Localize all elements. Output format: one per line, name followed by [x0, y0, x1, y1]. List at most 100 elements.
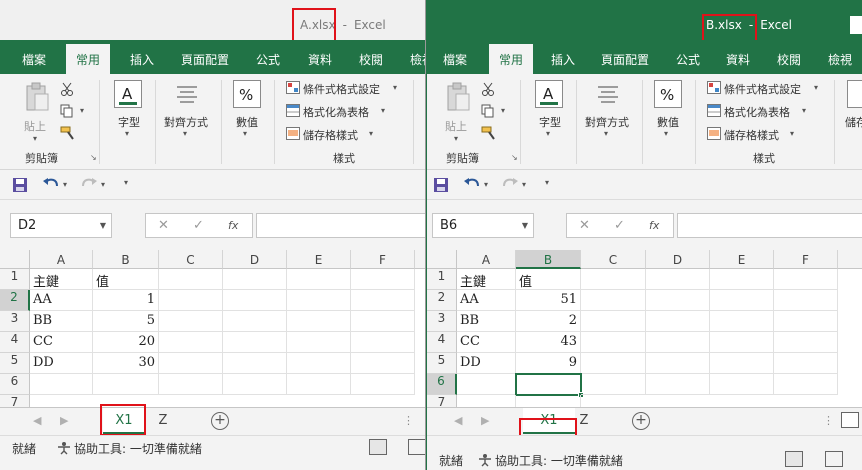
cell-a4[interactable]: CC	[30, 332, 93, 353]
insert-function-icon[interactable]: fx	[649, 219, 659, 232]
undo-icon[interactable]	[463, 176, 481, 195]
cell-styles-dropdown-icon[interactable]: ▾	[369, 129, 373, 138]
cancel-icon[interactable]: ✕	[579, 218, 590, 233]
select-all-corner[interactable]	[0, 250, 30, 269]
alignment-icon[interactable]	[173, 80, 201, 108]
font-label[interactable]: 字型	[118, 114, 140, 130]
page-layout-view-icon[interactable]	[408, 439, 425, 455]
tab-file[interactable]: 檔案	[22, 51, 46, 68]
cell-d2[interactable]	[223, 290, 287, 311]
scroll-left-icon[interactable]	[841, 412, 859, 428]
tab-review[interactable]: 校閱	[777, 51, 801, 68]
accessibility-icon[interactable]	[56, 441, 72, 458]
cell-empty[interactable]	[646, 374, 710, 395]
cell-b6-selected[interactable]	[515, 373, 582, 396]
column-header-c[interactable]: C	[159, 250, 223, 269]
add-sheet-icon[interactable]: +	[632, 412, 650, 430]
row-header-5[interactable]: 5	[0, 353, 30, 374]
cell-empty[interactable]	[710, 332, 774, 353]
paste-icon[interactable]	[24, 82, 50, 114]
font-icon[interactable]: A	[114, 80, 142, 108]
conditional-format-icon[interactable]	[707, 81, 721, 94]
cancel-icon[interactable]: ✕	[158, 218, 169, 233]
paste-label[interactable]: 貼上	[445, 118, 467, 134]
undo-dropdown-icon[interactable]: ▾	[63, 180, 67, 189]
column-header-e[interactable]: E	[287, 250, 351, 269]
cell-empty[interactable]	[30, 374, 93, 395]
customize-qat-icon[interactable]: ▾	[545, 178, 549, 187]
row-header-1[interactable]: 1	[427, 269, 457, 290]
format-table-icon[interactable]	[286, 104, 300, 117]
tab-formulas[interactable]: 公式	[676, 51, 700, 68]
format-painter-icon[interactable]	[481, 126, 495, 140]
cell-empty[interactable]	[774, 290, 838, 311]
conditional-format-dropdown-icon[interactable]: ▾	[814, 83, 818, 92]
column-header-g[interactable]	[838, 250, 862, 269]
cell-empty[interactable]	[774, 269, 838, 290]
cell-empty[interactable]	[581, 374, 646, 395]
normal-view-icon[interactable]	[785, 451, 803, 467]
percent-icon[interactable]: %	[654, 80, 682, 108]
undo-icon[interactable]	[42, 176, 60, 195]
cell-empty[interactable]	[774, 332, 838, 353]
number-dropdown-icon[interactable]: ▾	[243, 129, 247, 138]
row-header-6[interactable]: 6	[0, 374, 30, 395]
cell-empty[interactable]	[287, 290, 351, 311]
page-layout-view-icon[interactable]	[825, 451, 843, 467]
sheet-tab-z[interactable]: Z	[150, 408, 176, 434]
cell-empty[interactable]	[351, 374, 415, 395]
row-header-4[interactable]: 4	[0, 332, 30, 353]
column-header-f[interactable]: F	[351, 250, 415, 269]
cell-empty[interactable]	[710, 374, 774, 395]
undo-dropdown-icon[interactable]: ▾	[484, 180, 488, 189]
cell-empty[interactable]	[159, 353, 223, 374]
tab-data[interactable]: 資料	[308, 51, 332, 68]
cell-empty[interactable]	[351, 353, 415, 374]
cell-empty[interactable]	[159, 290, 223, 311]
cells-label[interactable]: 儲存	[845, 114, 862, 130]
name-box[interactable]: B6 ▼	[432, 213, 534, 238]
cell-b1[interactable]: 值	[93, 269, 159, 290]
alignment-label[interactable]: 對齊方式	[585, 114, 629, 130]
save-icon[interactable]	[12, 177, 28, 196]
format-table-label[interactable]: 格式化為表格	[303, 104, 369, 120]
sheet-tab-x1[interactable]: X1	[103, 408, 145, 434]
cell-b3[interactable]: 5	[93, 311, 159, 332]
cell-empty[interactable]	[774, 311, 838, 332]
row-header-3[interactable]: 3	[0, 311, 30, 332]
font-label[interactable]: 字型	[539, 114, 561, 130]
cell-a1[interactable]: 主鍵	[457, 269, 516, 290]
cell-empty[interactable]	[223, 269, 287, 290]
font-icon[interactable]: A	[535, 80, 563, 108]
number-label[interactable]: 數值	[657, 114, 679, 130]
name-box[interactable]: D2 ▼	[10, 213, 112, 238]
tab-home[interactable]: 常用	[489, 44, 534, 74]
alignment-dropdown-icon[interactable]: ▾	[183, 129, 187, 138]
cell-a5[interactable]: DD	[30, 353, 93, 374]
cell-empty[interactable]	[351, 332, 415, 353]
tab-formulas[interactable]: 公式	[256, 51, 280, 68]
paste-icon[interactable]	[445, 82, 471, 114]
row-header-6[interactable]: 6	[427, 374, 457, 395]
cell-b2[interactable]: 51	[516, 290, 581, 311]
cell-a3[interactable]: BB	[30, 311, 93, 332]
font-dropdown-icon[interactable]: ▾	[546, 129, 550, 138]
conditional-format-dropdown-icon[interactable]: ▾	[393, 83, 397, 92]
tab-view[interactable]: 檢視	[828, 51, 852, 68]
cell-empty[interactable]	[287, 311, 351, 332]
cell-empty[interactable]	[223, 353, 287, 374]
cell-empty[interactable]	[516, 395, 581, 407]
tab-page-layout[interactable]: 頁面配置	[601, 51, 649, 68]
alignment-icon[interactable]	[594, 80, 622, 108]
paste-dropdown-icon[interactable]: ▾	[33, 134, 37, 143]
cell-empty[interactable]	[581, 311, 646, 332]
cell-a5[interactable]: DD	[457, 353, 516, 374]
cell-b1[interactable]: 值	[516, 269, 581, 290]
cell-empty[interactable]	[646, 311, 710, 332]
number-dropdown-icon[interactable]: ▾	[664, 129, 668, 138]
prev-sheet-icon[interactable]: ◀	[454, 414, 462, 427]
cell-empty[interactable]	[581, 332, 646, 353]
enter-icon[interactable]: ✓	[614, 218, 625, 233]
format-painter-icon[interactable]	[60, 126, 74, 140]
cell-b4[interactable]: 43	[516, 332, 581, 353]
